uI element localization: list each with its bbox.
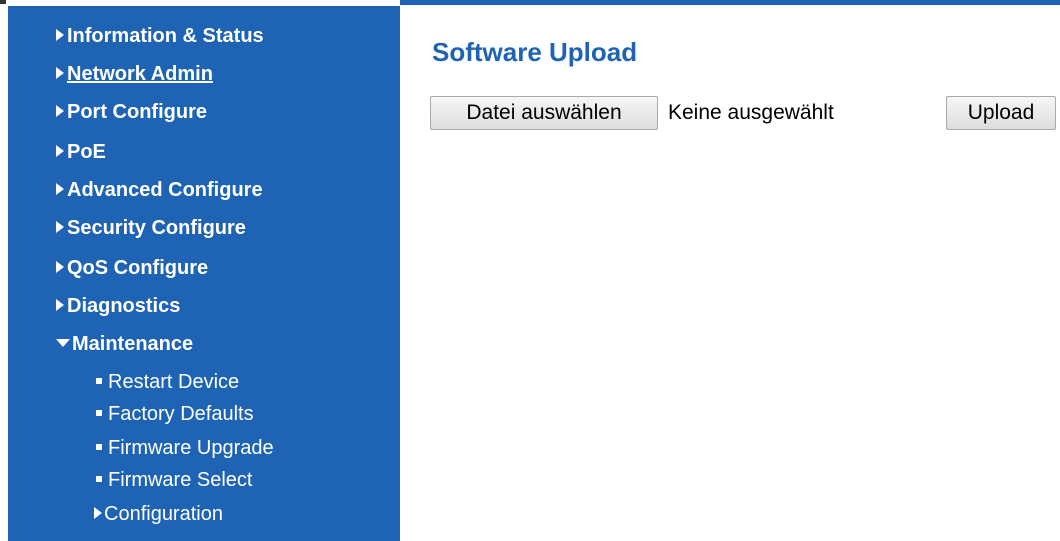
sidebar-item-port-configure[interactable]: Port Configure [56, 100, 207, 124]
sidebar-subitem-configuration[interactable]: Configuration [94, 502, 223, 526]
sidebar-item-security-configure[interactable]: Security Configure [56, 216, 246, 240]
sidebar-item-qos-configure[interactable]: QoS Configure [56, 256, 208, 280]
sidebar-item-label: Port Configure [67, 101, 207, 123]
sidebar-item-network-admin[interactable]: Network Admin [56, 62, 213, 86]
caret-down-icon [56, 339, 70, 347]
bullet-icon [96, 476, 102, 482]
caret-right-icon [56, 221, 64, 233]
bullet-icon [96, 410, 102, 416]
choose-file-button[interactable]: Datei auswählen [430, 96, 658, 130]
sidebar: Information & Status Network Admin Port … [8, 6, 400, 541]
caret-right-icon [56, 299, 64, 311]
bullet-icon [96, 444, 102, 450]
page-title: Software Upload [432, 37, 638, 67]
sidebar-item-diagnostics[interactable]: Diagnostics [56, 294, 180, 318]
sidebar-item-label: Maintenance [72, 333, 194, 355]
sidebar-subitem-firmware-select[interactable]: Firmware Select [96, 468, 252, 492]
sidebar-item-advanced-configure[interactable]: Advanced Configure [56, 178, 263, 202]
sidebar-item-maintenance[interactable]: Maintenance [56, 332, 193, 356]
caret-right-icon [94, 507, 102, 519]
caret-right-icon [56, 105, 64, 117]
sidebar-item-information-status[interactable]: Information & Status [56, 24, 264, 48]
sidebar-item-label: PoE [67, 141, 106, 163]
sidebar-item-label: QoS Configure [67, 257, 209, 279]
upload-button[interactable]: Upload [946, 96, 1056, 130]
sidebar-item-label: Network Admin [67, 63, 213, 85]
sidebar-item-label: Diagnostics [67, 295, 181, 317]
sidebar-item-label: Advanced Configure [67, 179, 263, 201]
top-strip-dark [0, 0, 6, 4]
file-status-text: Keine ausgewählt [668, 101, 834, 124]
sidebar-subitem-firmware-upgrade[interactable]: Firmware Upgrade [96, 436, 274, 460]
sidebar-subitem-label: Firmware Upgrade [108, 437, 274, 459]
caret-right-icon [56, 67, 64, 79]
top-strip-blue [400, 0, 1060, 5]
caret-right-icon [56, 183, 64, 195]
sidebar-subitem-label: Firmware Select [108, 469, 253, 491]
caret-right-icon [56, 145, 64, 157]
sidebar-item-label: Information & Status [67, 25, 264, 47]
bullet-icon [96, 378, 102, 384]
sidebar-subitem-factory-defaults[interactable]: Factory Defaults [96, 402, 254, 426]
caret-right-icon [56, 261, 64, 273]
caret-right-icon [56, 29, 64, 41]
sidebar-subitem-label: Configuration [104, 503, 223, 525]
sidebar-subitem-label: Factory Defaults [108, 403, 254, 425]
sidebar-subitem-label: Restart Device [108, 371, 240, 393]
sidebar-item-poe[interactable]: PoE [56, 140, 106, 164]
sidebar-subitem-restart-device[interactable]: Restart Device [96, 370, 239, 394]
sidebar-item-label: Security Configure [67, 217, 246, 239]
